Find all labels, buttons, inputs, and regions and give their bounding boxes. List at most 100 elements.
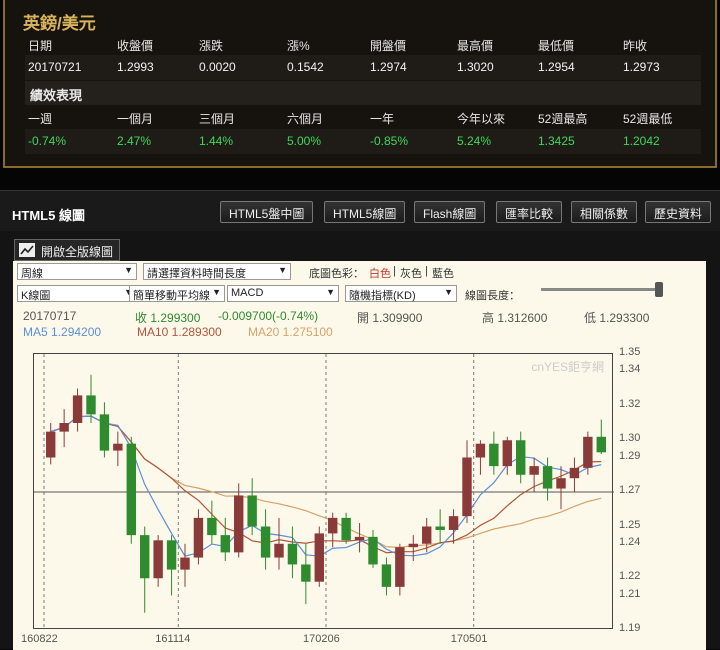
candle-body [46,431,56,458]
quote-value-row: 20170721 1.2993 0.0020 0.1542 1.2974 1.3… [25,55,701,80]
chart-type-value: K線圖 [21,290,51,302]
candle-body [368,536,378,565]
bg-blue-option[interactable]: 藍色 [432,265,454,281]
col-prev-close: 昨收 [623,39,648,53]
info-ma5: MA5 1.294200 [23,325,102,339]
indicator1-value: MACD [231,287,264,299]
bg-divider: | [425,265,428,277]
perf-header-row: 一週 一個月 三個月 六個月 一年 今年以來 52週最高 52週最低 [25,105,701,130]
candle-body [569,467,580,479]
info-change: -0.009700(-0.74%) [218,309,319,323]
length-label: 線圖長度： [465,290,520,302]
tab-flash-chart[interactable]: Flash線圖 [414,201,486,223]
candle-body [193,517,204,558]
perf-val-1y: -0.85% [370,134,409,148]
candle-body [234,495,244,553]
candle-body [301,564,311,582]
length-slider-handle[interactable] [655,282,663,297]
candle-body [59,423,69,432]
candle-body [583,436,593,468]
chart-section: HTML5 線圖 HTML5盤中圖 HTML5線圖 Flash線圖 匯率比較 相… [0,190,720,650]
indicator1-select[interactable]: MACD ▼ [227,285,339,302]
perf-col-ytd: 今年以來 [457,112,506,126]
val-close: 1.2993 [117,60,154,74]
x-tick-label: 161114 [155,633,191,645]
bg-white-option[interactable]: 白色 [369,265,391,281]
chart-header: HTML5 線圖 HTML5盤中圖 HTML5線圖 Flash線圖 匯率比較 相… [0,191,720,231]
candlestick-plot[interactable]: cnYES鉅亨網 [33,353,614,630]
tab-correlation[interactable]: 相關係數 [571,201,638,223]
tab-html5-chart[interactable]: HTML5線圖 [324,201,406,223]
perf-col-1m: 一個月 [117,112,154,126]
candle-body [489,443,499,467]
y-tick-label: 1.24 [619,535,641,548]
candle-body [153,540,163,579]
fullscreen-chart-button[interactable]: 開啟全版線圖 [14,239,121,261]
candlestick-svg [34,354,614,630]
x-tick-label: 170501 [450,633,488,645]
info-date: 20170717 [23,309,77,323]
col-high: 最高價 [457,39,494,53]
bg-gray-option[interactable]: 灰色 [400,265,422,281]
range-select[interactable]: 請選擇資料時間長度 ▼ [143,263,291,280]
candle-body [314,533,324,582]
y-tick-label: 1.34 [619,363,641,376]
indicator2-select[interactable]: 隨機指標(KD) ▼ [345,285,457,302]
tab-html5-intraday[interactable]: HTML5盤中圖 [220,201,314,223]
candle-body [220,535,230,553]
candle-body [448,516,459,530]
chart-type-select[interactable]: K線圖▼ [17,285,137,302]
perf-col-52l: 52週最低 [623,112,673,126]
candle-body [207,517,217,536]
candle-body [126,443,136,536]
info-close: 收 1.299300 [135,311,201,325]
y-tick-label: 1.35 [619,346,641,358]
col-open: 開盤價 [370,39,407,53]
perf-col-1y: 一年 [370,112,395,126]
tab-fx-compare[interactable]: 匯率比較 [496,201,563,223]
chart-panel-title: HTML5 線圖 [12,208,85,223]
perf-val-ytd: 5.24% [457,134,492,148]
perf-val-3m: 1.44% [199,134,234,148]
info-low: 低 1.293300 [584,311,650,325]
col-date: 日期 [28,39,53,53]
candle-body [556,478,566,489]
y-tick-label: 1.29 [619,449,641,462]
perf-title-bar: 績效表現 [25,81,701,105]
val-change: 0.0020 [199,60,236,74]
candle-body [99,414,110,451]
perf-col-1w: 一週 [28,112,53,126]
length-slider-track[interactable] [541,288,663,291]
col-close: 收盤價 [117,39,154,53]
candle-body [86,395,96,415]
tab-history[interactable]: 歷史資料 [645,201,712,223]
period-select[interactable]: 周線 ▼ [17,263,137,280]
perf-val-1m: 2.47% [117,134,152,148]
candle-body [529,466,539,475]
y-tick-label: 1.27 [619,484,641,496]
col-low: 最低價 [538,39,575,53]
candle-body [180,557,190,570]
ma-type-select[interactable]: 簡單移動平均線 ▼ [129,285,225,302]
y-tick-label: 1.32 [619,397,641,410]
candle-body [341,517,351,541]
range-value: 請選擇資料時間長度 [147,268,246,280]
ma-type-value: 簡單移動平均線 [133,290,210,302]
chevron-down-icon: ▼ [212,287,221,297]
perf-val-6m: 5.00% [287,134,322,148]
info-ma20: MA20 1.275100 [248,325,333,339]
val-date: 20170721 [28,60,82,74]
chart-canvas: 周線▼ 請選擇資料時間長度▼ 底圖色彩： 白色 | 灰色 | 藍色 K線圖▼ 簡… [13,261,706,650]
val-low: 1.2954 [538,60,575,74]
candle-body [140,535,150,579]
chevron-down-icon: ▼ [124,265,133,275]
candle-body [166,540,177,570]
col-change: 漲跌 [199,39,224,53]
candle-body [72,395,83,423]
quote-header-row: 日期 收盤價 漲跌 漲% 開盤價 最高價 最低價 昨收 [25,32,701,57]
val-change-pct: 0.1542 [287,60,324,74]
perf-title: 績效表現 [30,88,83,103]
bg-color-label: 底圖色彩： [309,268,364,280]
y-tick-label: 1.19 [619,622,641,634]
chevron-down-icon: ▼ [278,265,287,275]
